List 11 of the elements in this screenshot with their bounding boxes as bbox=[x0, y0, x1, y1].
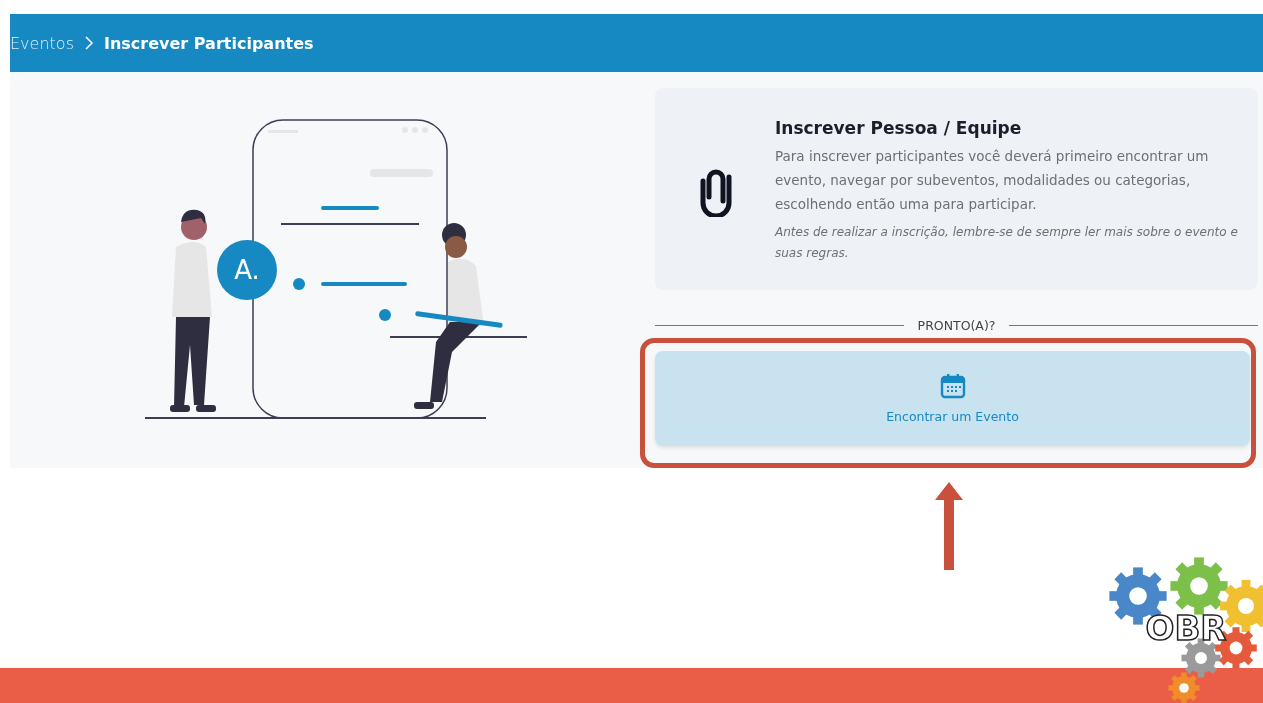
calendar-icon bbox=[939, 373, 966, 399]
divider-label: PRONTO(A)? bbox=[917, 318, 996, 333]
card-note: Antes de realizar a inscrição, lembre-se de sempre ler mais sobre o evento e suas regras. bbox=[775, 224, 1238, 262]
find-event-button[interactable]: Encontrar um Evento bbox=[655, 351, 1250, 446]
chevron-icon bbox=[83, 36, 94, 50]
breadcrumb-item[interactable]: Eventos bbox=[10, 33, 74, 53]
gears-logo: OBR bbox=[1106, 556, 1263, 703]
card-description: Para inscrever participantes você deverá primeiro encontrar um evento, navegar por subeventos, modalidades ou categorias, escolhendo então uma para participar. bbox=[775, 147, 1210, 214]
breadcrumb-item[interactable]: Inscrever Participantes bbox=[103, 33, 314, 53]
badge-letter: A. bbox=[234, 255, 260, 285]
card-title: Inscrever Pessoa / Equipe bbox=[775, 118, 1023, 138]
